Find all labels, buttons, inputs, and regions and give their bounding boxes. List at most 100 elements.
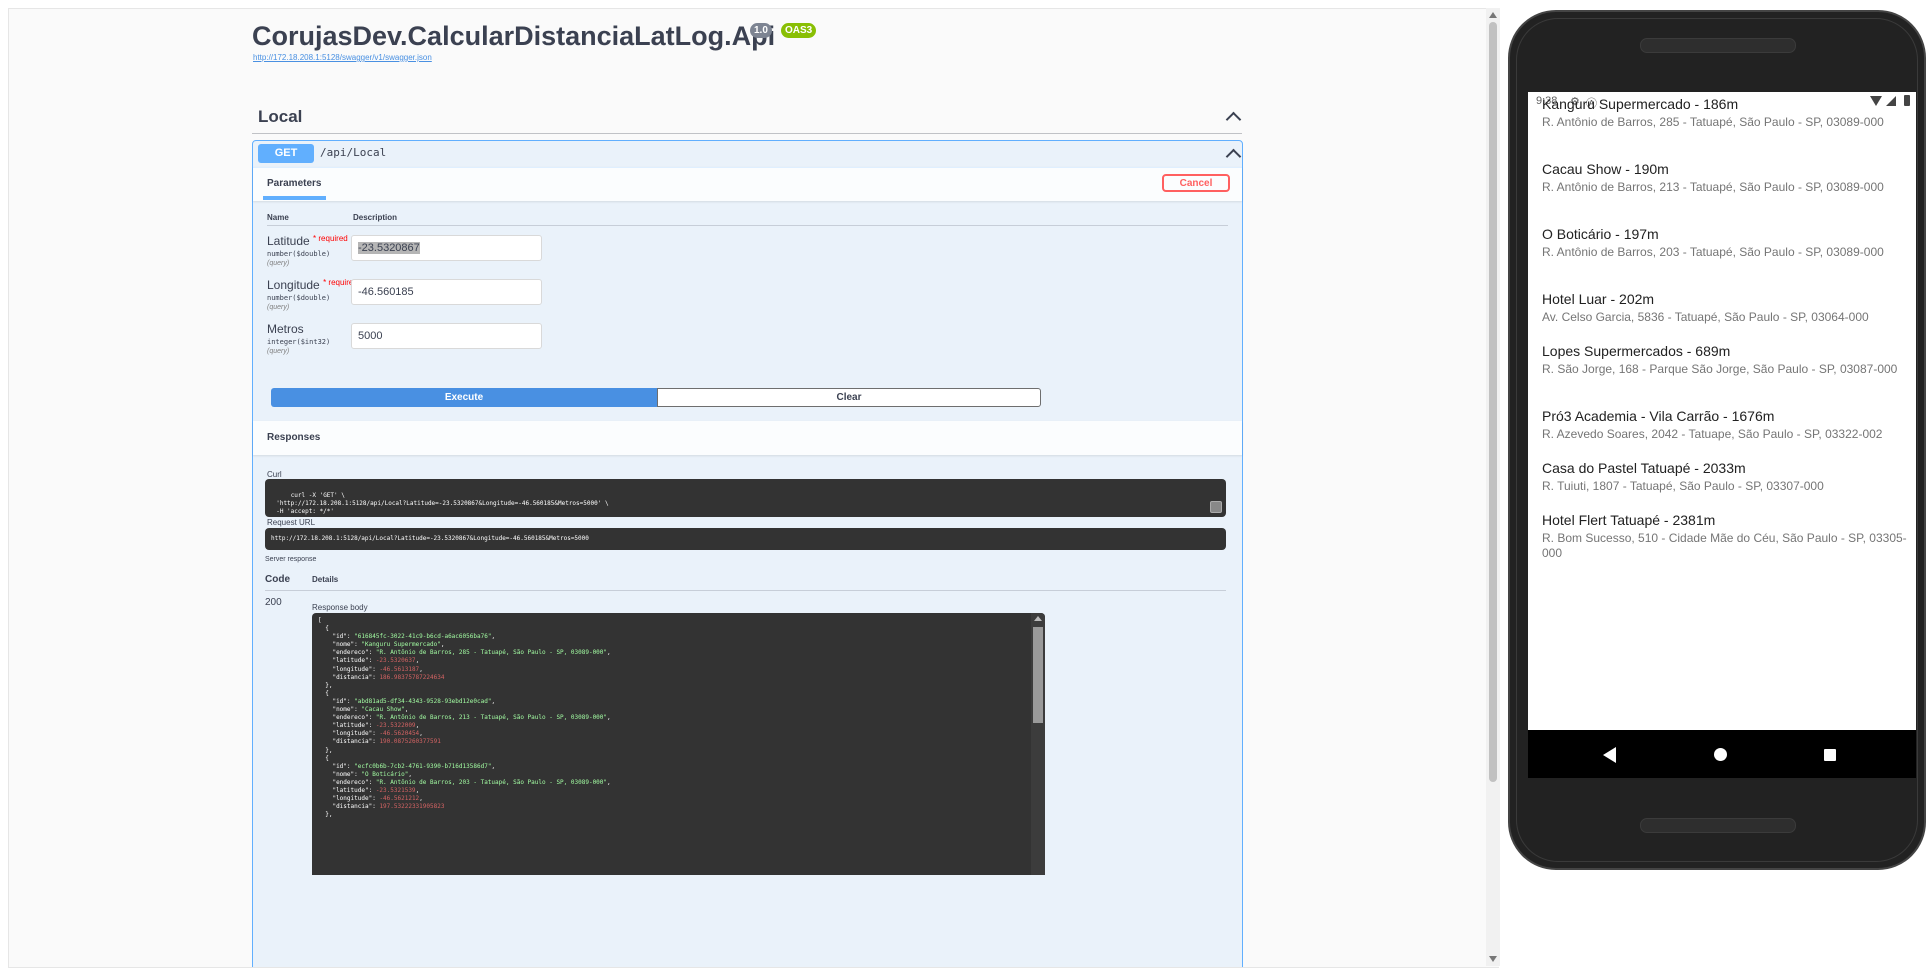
item-endereco: R. Antônio de Barros, 213 - Tatuapé, São…	[379, 714, 604, 722]
page-scrollbar[interactable]	[1486, 8, 1500, 966]
spec-link[interactable]: http://172.18.208.1:5128/swagger/v1/swag…	[253, 53, 432, 62]
param-name: Longitude	[267, 278, 320, 292]
param-location: (query)	[267, 348, 290, 355]
scroll-up-icon[interactable]	[1034, 616, 1042, 621]
item-longitude: -46.5620454	[379, 730, 420, 738]
divider	[267, 225, 1228, 226]
api-title: CorujasDev.CalcularDistanciaLatLog.Api	[252, 21, 776, 51]
required-mark: * required	[313, 234, 348, 243]
place-address: R. Antônio de Barros, 203 - Tatuapé, São…	[1542, 245, 1884, 259]
item-distancia: 186.98375787224634	[379, 673, 445, 681]
scroll-down-icon[interactable]	[1489, 956, 1497, 962]
server-response-label: Server response	[265, 556, 317, 563]
chevron-up-icon[interactable]	[1225, 148, 1242, 165]
tag-name: Local	[258, 107, 303, 126]
item-nome: Cacau Show	[365, 706, 402, 714]
param-location: (query)	[267, 260, 290, 267]
list-item[interactable]: O Boticário - 197m R. Antônio de Barros,…	[1542, 226, 1912, 260]
android-nav-bar	[1528, 730, 1916, 778]
item-longitude: -46.5621212	[379, 795, 420, 803]
place-title: Hotel Luar - 202m	[1542, 291, 1655, 307]
chevron-up-icon[interactable]	[1225, 111, 1242, 128]
recents-icon[interactable]	[1824, 749, 1836, 761]
operation-summary[interactable]: GET /api/Local	[253, 141, 1242, 168]
execute-button[interactable]: Execute	[271, 388, 657, 407]
response-scrollbar[interactable]	[1031, 613, 1045, 875]
description-column-header: Description	[353, 213, 398, 222]
operation-get-local: GET /api/Local Parameters Cancel Name De…	[252, 140, 1243, 967]
curl-text: curl -X 'GET' \ 'http://172.18.208.1:512…	[276, 492, 609, 515]
cancel-button[interactable]: Cancel	[1162, 174, 1230, 192]
top-speaker	[1640, 38, 1796, 53]
longitude-value: -46.560185	[358, 286, 414, 298]
oas-badge: OAS3	[781, 23, 817, 38]
param-location: (query)	[267, 304, 290, 311]
scroll-thumb[interactable]	[1489, 22, 1497, 782]
item-id: ecfc0b6b-7cb2-4761-9390-b716d13586d7	[357, 762, 488, 770]
method-badge: GET	[258, 144, 314, 163]
item-id: abd81ad5-df34-4343-9528-93ebd12e0cad	[357, 697, 488, 705]
name-column-header: Name	[267, 213, 289, 222]
home-icon[interactable]	[1714, 748, 1727, 761]
place-address: Av. Celso Garcia, 5836 - Tatuapé, São Pa…	[1542, 310, 1869, 324]
version-badge: 1.0	[750, 23, 772, 38]
back-icon[interactable]	[1603, 747, 1616, 763]
item-id: 616845fc-3022-41c9-b6cd-a6ac6056ba76	[357, 633, 488, 641]
place-title: Pró3 Academia - Vila Carrão - 1676m	[1542, 408, 1775, 424]
bottom-speaker	[1640, 818, 1796, 833]
place-title: Kanguru Supermercado - 186m	[1542, 96, 1739, 112]
curl-command[interactable]: curl -X 'GET' \ 'http://172.18.208.1:512…	[265, 479, 1226, 517]
response-body-label: Response body	[312, 603, 368, 612]
list-item[interactable]: Casa do Pastel Tatuapé - 2033m R. Tuiuti…	[1542, 460, 1912, 494]
curl-label: Curl	[267, 470, 282, 479]
tag-local-header[interactable]: Local	[252, 99, 1242, 134]
phone-emulator: 9:38 ⚙ Ⓐ Kanguru Supermercado - 186m R. …	[1508, 10, 1926, 870]
phone-screen: 9:38 ⚙ Ⓐ Kanguru Supermercado - 186m R. …	[1528, 92, 1916, 778]
place-title: Lopes Supermercados - 689m	[1542, 343, 1731, 359]
latitude-input[interactable]: -23.5320867	[351, 235, 542, 261]
details-column-header: Details	[312, 575, 339, 584]
request-url[interactable]: http://172.18.208.1:5128/api/Local?Latit…	[265, 528, 1226, 550]
item-latitude: -23.5321539	[375, 786, 416, 794]
longitude-input[interactable]: -46.560185	[351, 279, 542, 305]
item-distancia: 190.0875260377591	[379, 738, 441, 746]
list-item[interactable]: Hotel Luar - 202m Av. Celso Garcia, 5836…	[1542, 291, 1912, 325]
scroll-thumb[interactable]	[1033, 627, 1043, 723]
metros-input[interactable]: 5000	[351, 323, 542, 349]
list-item[interactable]: Kanguru Supermercado - 186m R. Antônio d…	[1542, 96, 1912, 130]
place-address: R. Antônio de Barros, 285 - Tatuapé, São…	[1542, 115, 1884, 129]
list-item[interactable]: Pró3 Academia - Vila Carrão - 1676m R. A…	[1542, 408, 1912, 442]
metros-value: 5000	[358, 330, 383, 342]
place-title: O Boticário - 197m	[1542, 226, 1659, 242]
item-endereco: R. Antônio de Barros, 203 - Tatuapé, São…	[379, 778, 604, 786]
parameters-header: Parameters Cancel	[253, 167, 1242, 201]
copy-icon[interactable]	[1210, 501, 1222, 513]
list-item[interactable]: Hotel Flert Tatuapé - 2381m R. Bom Suces…	[1542, 512, 1912, 561]
item-latitude: -23.5322009	[375, 722, 416, 730]
place-address: R. Tuiuti, 1807 - Tatuapé, São Paulo - S…	[1542, 479, 1824, 493]
tab-underline	[263, 196, 326, 200]
place-address: R. Antônio de Barros, 213 - Tatuapé, São…	[1542, 180, 1884, 194]
item-endereco: R. Antônio de Barros, 285 - Tatuapé, São…	[379, 649, 604, 657]
item-latitude: -23.5320637	[375, 657, 416, 665]
param-name: Metros	[267, 322, 304, 336]
code-column-header: Code	[265, 574, 290, 585]
response-body[interactable]: [ { "id": "616845fc-3022-41c9-b6cd-a6ac6…	[312, 613, 1045, 875]
list-item[interactable]: Lopes Supermercados - 689m R. São Jorge,…	[1542, 343, 1912, 377]
place-title: Casa do Pastel Tatuapé - 2033m	[1542, 460, 1746, 476]
place-address: R. Azevedo Soares, 2042 - Tatuape, São P…	[1542, 427, 1883, 441]
place-title: Hotel Flert Tatuapé - 2381m	[1542, 512, 1716, 528]
scroll-up-icon[interactable]	[1489, 12, 1497, 18]
request-url-label: Request URL	[267, 518, 316, 527]
place-title: Cacau Show - 190m	[1542, 161, 1669, 177]
operation-path: /api/Local	[320, 146, 387, 159]
tab-parameters[interactable]: Parameters	[267, 178, 321, 189]
item-nome: O Boticário	[365, 770, 405, 778]
swagger-panel: CorujasDev.CalcularDistanciaLatLog.Api 1…	[8, 8, 1499, 968]
param-name: Latitude	[267, 234, 310, 248]
clear-button[interactable]: Clear	[657, 388, 1041, 407]
place-address: R. Bom Sucesso, 510 - Cidade Mãe do Céu,…	[1542, 531, 1907, 560]
status-code: 200	[265, 597, 282, 608]
list-item[interactable]: Cacau Show - 190m R. Antônio de Barros, …	[1542, 161, 1912, 195]
item-distancia: 197.53222331905823	[379, 803, 445, 811]
